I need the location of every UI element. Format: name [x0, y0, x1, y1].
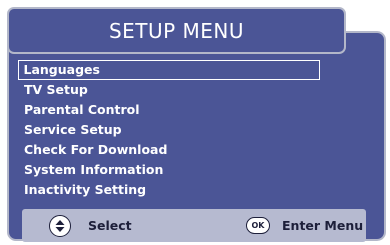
dpad-up-down-icon	[49, 214, 71, 237]
select-hint: Select	[49, 209, 132, 242]
title-banner: SETUP MENU	[7, 7, 346, 54]
menu-item-inactivity-setting[interactable]: Inactivity Setting	[18, 180, 320, 200]
enter-menu-hint: OK Enter Menu	[246, 209, 363, 242]
select-hint-label: Select	[88, 218, 132, 233]
ok-button-icon: OK	[246, 217, 270, 234]
menu-item-parental-control[interactable]: Parental Control	[18, 100, 320, 120]
page-title: SETUP MENU	[108, 18, 245, 43]
setup-menu-screen: SETUP MENU Languages TV Setup Parental C…	[0, 0, 390, 245]
menu-item-tv-setup[interactable]: TV Setup	[18, 80, 320, 100]
menu-item-check-for-download[interactable]: Check For Download	[18, 140, 320, 160]
menu-item-languages[interactable]: Languages	[18, 60, 320, 80]
menu-item-service-setup[interactable]: Service Setup	[18, 120, 320, 140]
menu-item-system-information[interactable]: System Information	[18, 160, 320, 180]
footer-hint-bar: Select OK Enter Menu	[22, 209, 366, 242]
menu-list: Languages TV Setup Parental Control Serv…	[18, 60, 320, 200]
enter-menu-label: Enter Menu	[282, 218, 364, 233]
